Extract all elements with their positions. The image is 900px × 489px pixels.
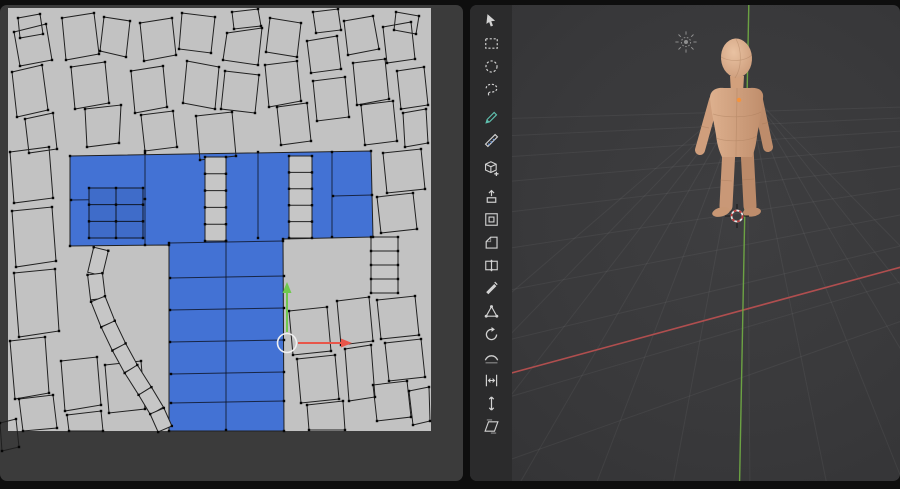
tool-loop-cut-button[interactable]	[477, 254, 505, 276]
annotate-icon	[484, 111, 497, 124]
tool-extrude-region-button[interactable]	[477, 185, 505, 207]
uv-editor-viewport[interactable]	[0, 5, 463, 481]
character-model[interactable]	[695, 37, 773, 218]
world-axes	[470, 5, 900, 481]
floor-grid	[470, 106, 900, 481]
select-lasso-icon	[485, 83, 497, 96]
light-object[interactable]	[675, 31, 697, 53]
measure-icon	[484, 133, 498, 147]
tweak-icon	[485, 13, 495, 26]
select-circle-icon	[484, 59, 498, 73]
3d-viewport[interactable]	[470, 5, 900, 481]
light-dot-icon	[684, 40, 688, 44]
tool-shrink-fatten-button[interactable]	[477, 392, 505, 414]
tool-select-box-button[interactable]	[477, 32, 505, 54]
tool-select-circle-button[interactable]	[477, 55, 505, 77]
tool-knife-button[interactable]	[477, 277, 505, 299]
tool-tweak-button[interactable]	[477, 9, 505, 31]
shear-icon	[483, 418, 499, 434]
tool-bevel-button[interactable]	[477, 231, 505, 253]
tool-spin-button[interactable]	[477, 323, 505, 345]
spin-icon	[485, 326, 497, 340]
status-bar	[0, 481, 900, 489]
poly-build-icon	[484, 304, 498, 318]
viewport-toolbar	[470, 5, 512, 481]
tool-add-cube-button[interactable]	[477, 157, 505, 179]
uv-editor-area[interactable]	[0, 5, 463, 481]
bevel-icon	[485, 236, 498, 249]
smooth-icon	[484, 354, 498, 363]
select-box-icon	[484, 37, 498, 49]
tool-poly-build-button[interactable]	[477, 300, 505, 322]
knife-icon	[485, 281, 498, 294]
3d-viewport-area[interactable]	[470, 5, 900, 481]
add-cube-icon	[484, 160, 499, 176]
edge-slide-icon	[485, 374, 497, 386]
inset-faces-icon	[484, 212, 498, 226]
blender-window	[0, 0, 900, 489]
tool-annotate-button[interactable]	[477, 106, 505, 128]
tool-inset-faces-button[interactable]	[477, 208, 505, 230]
tool-select-lasso-button[interactable]	[477, 78, 505, 100]
tool-shear-button[interactable]	[477, 415, 505, 437]
extrude-region-icon	[486, 189, 496, 203]
tool-smooth-button[interactable]	[477, 346, 505, 368]
object-origin-dot	[736, 97, 742, 103]
tool-edge-slide-button[interactable]	[477, 369, 505, 391]
loop-cut-icon	[484, 259, 498, 271]
tool-measure-button[interactable]	[477, 129, 505, 151]
shrink-fatten-icon	[488, 395, 494, 411]
window-top-edge	[0, 0, 900, 5]
